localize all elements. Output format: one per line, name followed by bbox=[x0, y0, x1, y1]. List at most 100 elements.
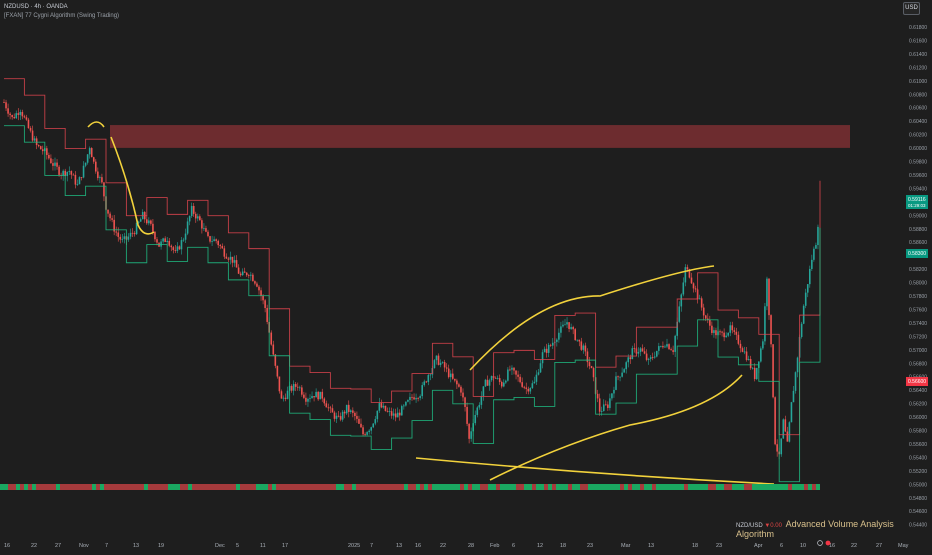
x-tick-label: 19 bbox=[158, 543, 164, 549]
price-chart[interactable]: 0.61800 0.61600 0.61400 0.61200 0.61000 0.608… bbox=[0, 0, 932, 550]
candle-body bbox=[78, 177, 81, 185]
candle-body bbox=[780, 438, 783, 455]
candle-body bbox=[29, 128, 32, 131]
candle-body bbox=[762, 341, 764, 349]
candle-body bbox=[751, 367, 754, 369]
candle-body bbox=[333, 412, 336, 419]
candle-body bbox=[656, 350, 658, 357]
candle-body bbox=[160, 241, 162, 247]
x-tick-label: 2025 bbox=[348, 543, 360, 549]
candle-body bbox=[541, 352, 544, 364]
volume-cell bbox=[256, 484, 260, 490]
candle-body bbox=[319, 391, 321, 400]
volume-cell bbox=[508, 484, 512, 490]
candle-body bbox=[252, 274, 254, 282]
y-tick-label: 0.57200 bbox=[909, 334, 927, 340]
candle-body bbox=[231, 256, 234, 263]
candle-body bbox=[341, 411, 344, 420]
candle-body bbox=[11, 115, 13, 118]
volume-cell bbox=[576, 484, 580, 490]
y-tick-label: 0.56400 bbox=[909, 388, 927, 394]
candle-body bbox=[519, 376, 521, 383]
volume-cell bbox=[292, 484, 296, 490]
y-tick-label: 0.56000 bbox=[909, 415, 927, 421]
candle-body bbox=[449, 373, 452, 378]
candle-body bbox=[729, 325, 732, 333]
volume-cell bbox=[264, 484, 268, 490]
candle-body bbox=[421, 385, 423, 397]
candle-body bbox=[331, 408, 334, 413]
candle-body bbox=[166, 240, 168, 242]
candle-body bbox=[682, 282, 685, 295]
volume-cell bbox=[568, 484, 572, 490]
candle-body bbox=[806, 284, 809, 293]
candle-body bbox=[396, 412, 399, 418]
candle-body bbox=[394, 413, 397, 418]
x-tick-label: Dec bbox=[215, 543, 225, 549]
y-tick-label: 0.57400 bbox=[909, 321, 927, 327]
volume-cell bbox=[484, 484, 488, 490]
candle-body bbox=[598, 398, 601, 412]
candle-body bbox=[156, 239, 158, 243]
volume-cell bbox=[764, 484, 768, 490]
volume-cell bbox=[244, 484, 248, 490]
candle-body bbox=[127, 236, 130, 240]
candle-body bbox=[62, 170, 64, 176]
volume-cell bbox=[736, 484, 740, 490]
candle-body bbox=[154, 231, 156, 240]
candle-body bbox=[660, 345, 662, 347]
volume-cell bbox=[448, 484, 452, 490]
candle-body bbox=[215, 239, 217, 241]
candle-body bbox=[609, 398, 611, 408]
x-tick-label: 13 bbox=[396, 543, 402, 549]
y-tick-label: 0.57800 bbox=[909, 294, 927, 300]
volume-cell bbox=[656, 484, 660, 490]
volume-cell bbox=[300, 484, 304, 490]
candle-body bbox=[201, 220, 203, 229]
candle-body bbox=[435, 355, 438, 361]
candle-body bbox=[119, 236, 122, 240]
volume-cell bbox=[232, 484, 236, 490]
volume-cell bbox=[560, 484, 564, 490]
volume-cell bbox=[544, 484, 548, 490]
candle-body bbox=[653, 356, 656, 358]
volume-cell bbox=[228, 484, 232, 490]
volume-cell bbox=[288, 484, 292, 490]
volume-cell bbox=[60, 484, 64, 490]
candle-body bbox=[305, 397, 307, 402]
candle-body bbox=[168, 240, 171, 246]
y-tick-label: 0.58600 bbox=[909, 240, 927, 246]
candle-body bbox=[172, 247, 175, 251]
volume-cell bbox=[760, 484, 764, 490]
volume-cell bbox=[4, 484, 8, 490]
candle-body bbox=[225, 256, 228, 259]
volume-cell bbox=[268, 484, 272, 490]
candle-body bbox=[35, 138, 38, 146]
volume-cell bbox=[676, 484, 680, 490]
candle-body bbox=[486, 379, 489, 386]
currency-button[interactable]: USD bbox=[903, 2, 920, 15]
y-tick-label: 0.57600 bbox=[909, 307, 927, 313]
y-tick-label: 0.59600 bbox=[909, 173, 927, 179]
volume-cell bbox=[776, 484, 780, 490]
candle-body bbox=[274, 354, 277, 366]
candle-body bbox=[250, 274, 252, 276]
candle-body bbox=[425, 381, 428, 383]
candle-body bbox=[131, 232, 134, 234]
candle-body bbox=[239, 273, 242, 276]
volume-cell bbox=[184, 484, 188, 490]
candle-body bbox=[719, 331, 721, 333]
volume-cell bbox=[496, 484, 500, 490]
volume-cell bbox=[0, 484, 4, 490]
volume-cell bbox=[600, 484, 604, 490]
x-tick-label: Apr bbox=[754, 543, 763, 549]
candle-body bbox=[760, 348, 762, 362]
candle-body bbox=[462, 392, 464, 398]
candle-body bbox=[258, 286, 260, 291]
candle-body bbox=[692, 283, 695, 289]
candle-body bbox=[350, 410, 352, 412]
candle-body bbox=[366, 432, 368, 435]
candle-body bbox=[280, 391, 283, 399]
chart-area[interactable]: 0.61800 0.61600 0.61400 0.61200 0.61000 0.608… bbox=[0, 0, 932, 550]
candle-body bbox=[358, 418, 360, 424]
